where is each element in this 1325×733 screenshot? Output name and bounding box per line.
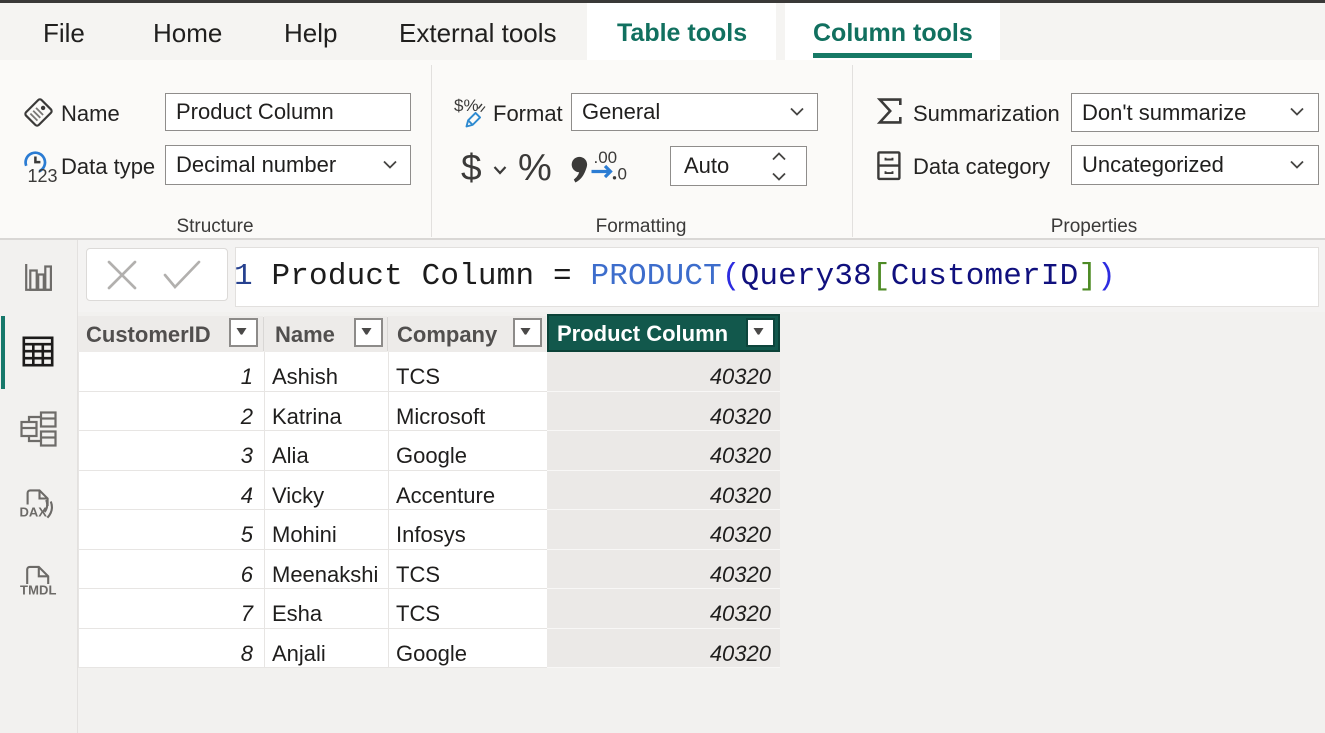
svg-text:123: 123 — [28, 166, 58, 184]
svg-text:$%: $% — [454, 96, 479, 115]
svg-text:.00: .00 — [594, 148, 618, 167]
svg-text:0: 0 — [618, 165, 627, 184]
svg-text:$: $ — [461, 147, 482, 188]
svg-text:%: % — [518, 147, 552, 188]
svg-text:DAX: DAX — [20, 505, 48, 520]
svg-text:TMDL: TMDL — [20, 583, 57, 598]
